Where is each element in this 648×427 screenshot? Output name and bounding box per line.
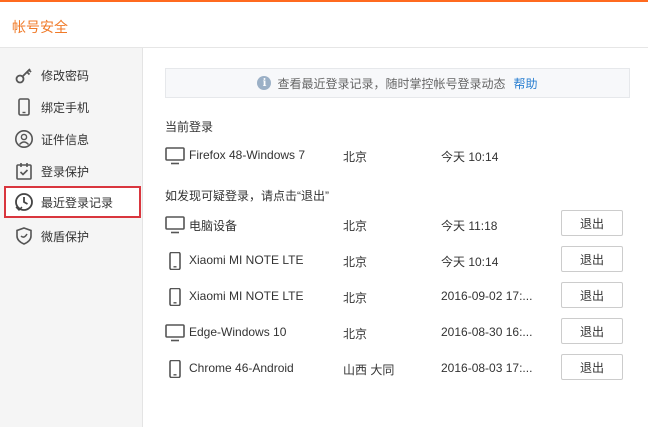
sidebar: 修改密码 绑定手机 证件信息 登录保护 最近登录记录 微盾保护	[0, 48, 143, 427]
login-location: 北京	[343, 150, 368, 164]
sidebar-item-label: 绑定手机	[41, 100, 90, 115]
logout-button[interactable]: 退出	[561, 246, 623, 272]
device-name: Xiaomi MI NOTE LTE	[189, 289, 304, 303]
device-name: Edge-Windows 10	[189, 325, 287, 339]
current-login-row: Firefox 48-Windows 7 北京 今天 10:14	[165, 140, 635, 170]
sidebar-item-login-protect[interactable]: 登录保护	[0, 155, 143, 187]
device-name: Chrome 46-Android	[189, 361, 294, 375]
main-content: i 查看最近登录记录，随时掌控帐号登录动态 帮助 当前登录 Firefox 48…	[143, 48, 648, 427]
sidebar-item-label: 登录保护	[41, 164, 90, 179]
login-time: 2016-08-03 17:...	[441, 361, 533, 375]
login-time: 今天 10:14	[441, 150, 499, 164]
sidebar-item-label: 修改密码	[41, 68, 90, 83]
info-icon: i	[257, 76, 272, 90]
login-location: 北京	[343, 327, 368, 341]
login-time: 今天 11:18	[441, 219, 498, 233]
sidebar-item-label: 证件信息	[41, 132, 90, 147]
phone-icon	[13, 96, 35, 118]
page-header: 帐号安全	[0, 2, 648, 48]
help-link[interactable]: 帮助	[514, 75, 538, 92]
monitor-icon	[165, 324, 185, 342]
logout-button[interactable]: 退出	[561, 210, 623, 236]
sidebar-item-bind-phone[interactable]: 绑定手机	[0, 91, 143, 123]
device-name: Xiaomi MI NOTE LTE	[189, 253, 304, 267]
id-card-icon	[13, 128, 35, 150]
sidebar-item-change-password[interactable]: 修改密码	[0, 59, 143, 91]
login-row: Xiaomi MI NOTE LTE 北京 今天 10:14 退出	[165, 245, 635, 275]
current-login-title: 当前登录	[165, 120, 214, 134]
sidebar-item-label: 最近登录记录	[41, 195, 114, 210]
login-time: 今天 10:14	[441, 255, 499, 269]
key-icon	[13, 64, 35, 86]
page-title: 帐号安全	[12, 19, 68, 35]
suspicious-login-title: 如发现可疑登录，请点击“退出”	[165, 189, 329, 203]
logout-button[interactable]: 退出	[561, 282, 623, 308]
sidebar-item-id-info[interactable]: 证件信息	[0, 123, 143, 155]
shield-icon	[13, 225, 35, 247]
login-row: Xiaomi MI NOTE LTE 北京 2016-09-02 17:... …	[165, 281, 635, 311]
phone-icon	[165, 360, 185, 378]
monitor-icon	[165, 147, 185, 165]
sidebar-item-shield-protect[interactable]: 微盾保护	[0, 220, 143, 252]
sidebar-item-label: 微盾保护	[41, 229, 90, 244]
monitor-icon	[165, 216, 185, 234]
login-protect-icon	[13, 160, 35, 182]
info-notice: i 查看最近登录记录，随时掌控帐号登录动态 帮助	[165, 68, 630, 98]
login-location: 北京	[343, 219, 368, 233]
login-row: 电脑设备 北京 今天 11:18 退出	[165, 209, 635, 239]
login-location: 山西 大同	[343, 363, 395, 377]
phone-icon	[165, 252, 185, 270]
logout-button[interactable]: 退出	[561, 318, 623, 344]
phone-icon	[165, 288, 185, 306]
logout-button[interactable]: 退出	[561, 354, 623, 380]
login-location: 北京	[343, 255, 368, 269]
login-row: Edge-Windows 10 北京 2016-08-30 16:... 退出	[165, 317, 635, 347]
login-time: 2016-09-02 17:...	[441, 289, 533, 303]
notice-text: 查看最近登录记录，随时掌控帐号登录动态	[277, 76, 506, 91]
clock-icon	[13, 191, 35, 213]
login-row: Chrome 46-Android 山西 大同 2016-08-03 17:..…	[165, 353, 635, 383]
login-location: 北京	[343, 291, 368, 305]
device-name: Firefox 48-Windows 7	[189, 148, 306, 162]
sidebar-item-recent-logins[interactable]: 最近登录记录	[4, 186, 141, 218]
device-name: 电脑设备	[189, 219, 238, 233]
login-time: 2016-08-30 16:...	[441, 325, 533, 339]
